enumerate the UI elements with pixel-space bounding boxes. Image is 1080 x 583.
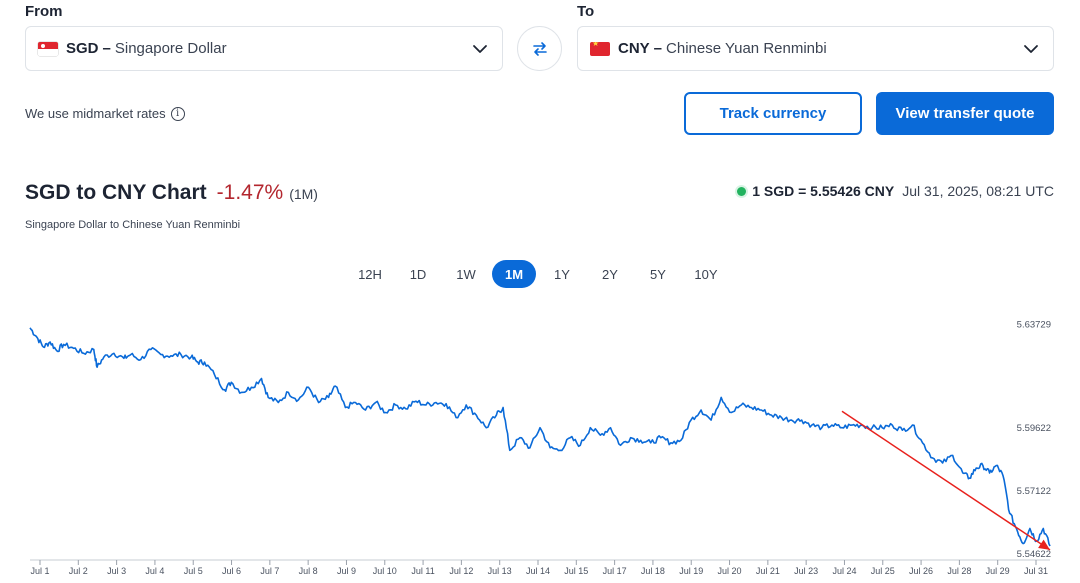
from-label: From [25,3,63,20]
range-tab-5y[interactable]: 5Y [636,260,680,288]
range-tab-10y[interactable]: 10Y [684,260,728,288]
range-tab-1m[interactable]: 1M [492,260,536,288]
x-tick-label: Jul 8 [299,566,318,576]
range-tab-1d[interactable]: 1D [396,260,440,288]
x-tick-label: Jul 18 [641,566,665,576]
to-dash: – [653,40,663,57]
x-tick-label: Jul 5 [184,566,203,576]
x-tick-label: Jul 28 [947,566,971,576]
range-tab-1w[interactable]: 1W [444,260,488,288]
range-tab-2y[interactable]: 2Y [588,260,632,288]
x-tick-label: Jul 11 [411,566,434,576]
current-rate: 1 SGD = 5.55426 CNY Jul 31, 2025, 08:21 … [737,183,1054,199]
x-tick-label: Jul 21 [756,566,780,576]
change-percent: -1.47% [216,181,284,204]
view-transfer-quote-button[interactable]: View transfer quote [876,92,1054,135]
x-tick-label: Jul 23 [794,566,818,576]
x-tick-label: Jul 10 [373,566,397,576]
swap-arrows-icon [532,41,547,56]
midmarket-note: We use midmarket rates i [25,106,185,121]
to-currency-name: Chinese Yuan Renminbi [666,40,827,57]
midmarket-note-text: We use midmarket rates [25,106,166,121]
info-icon[interactable]: i [170,106,185,121]
from-currency-code: SGD [66,40,99,57]
x-tick-label: Jul 31 [1024,566,1048,576]
x-tick-label: Jul 2 [69,566,88,576]
x-tick-label: Jul 29 [986,566,1010,576]
chart-subtitle: Singapore Dollar to Chinese Yuan Renminb… [25,219,241,231]
to-currency-select[interactable]: CNY – Chinese Yuan Renminbi [577,26,1054,71]
swap-currencies-button[interactable] [517,26,562,71]
x-tick-label: Jul 25 [871,566,895,576]
range-tab-12h[interactable]: 12H [348,260,392,288]
x-tick-label: Jul 6 [222,566,241,576]
x-tick-label: Jul 7 [260,566,279,576]
chart-title: SGD to CNY Chart -1.47% (1M) [25,181,318,205]
chevron-down-icon[interactable] [1023,41,1039,57]
rate-timestamp: Jul 31, 2025, 08:21 UTC [902,183,1054,199]
x-tick-label: Jul 20 [718,566,742,576]
from-currency-name: Singapore Dollar [114,40,227,57]
to-currency-code: CNY [618,40,650,57]
x-tick-label: Jul 4 [145,566,164,576]
x-tick-label: Jul 24 [832,566,856,576]
range-tab-1y[interactable]: 1Y [540,260,584,288]
live-status-dot-icon [737,186,747,196]
singapore-flag-icon [38,41,58,56]
chart-title-text: SGD to CNY Chart [25,181,207,204]
range-tabs: 12H 1D 1W 1M 1Y 2Y 5Y 10Y [348,260,728,288]
change-period: (1M) [289,186,318,202]
y-tick-label: 5.57122 [1017,486,1051,497]
x-tick-label: Jul 1 [30,566,49,576]
x-tick-label: Jul 12 [449,566,473,576]
x-tick-label: Jul 19 [679,566,703,576]
from-currency-select[interactable]: SGD – Singapore Dollar [25,26,503,71]
rate-series-line [29,327,1051,547]
to-label: To [577,3,595,20]
x-tick-label: Jul 26 [909,566,933,576]
x-tick-label: Jul 15 [564,566,588,576]
exchange-rate-chart[interactable]: 5.63729 5.59622 5.57122 5.54622 Jul 1 Jul 2 Ju… [0,300,1080,583]
china-flag-icon [590,41,610,56]
x-tick-label: Jul 14 [526,566,550,576]
y-tick-label: 5.54622 [1017,549,1051,560]
track-currency-button[interactable]: Track currency [684,92,862,135]
x-tick-label: Jul 3 [107,566,126,576]
from-dash: – [102,40,111,57]
y-tick-label: 5.59622 [1017,423,1051,434]
x-tick-label: Jul 13 [488,566,512,576]
rate-value: 1 SGD = 5.55426 CNY [752,183,895,199]
x-tick-label: Jul 9 [337,566,356,576]
y-tick-label: 5.63729 [1017,320,1051,331]
x-tick-label: Jul 17 [603,566,627,576]
chevron-down-icon[interactable] [472,41,488,57]
